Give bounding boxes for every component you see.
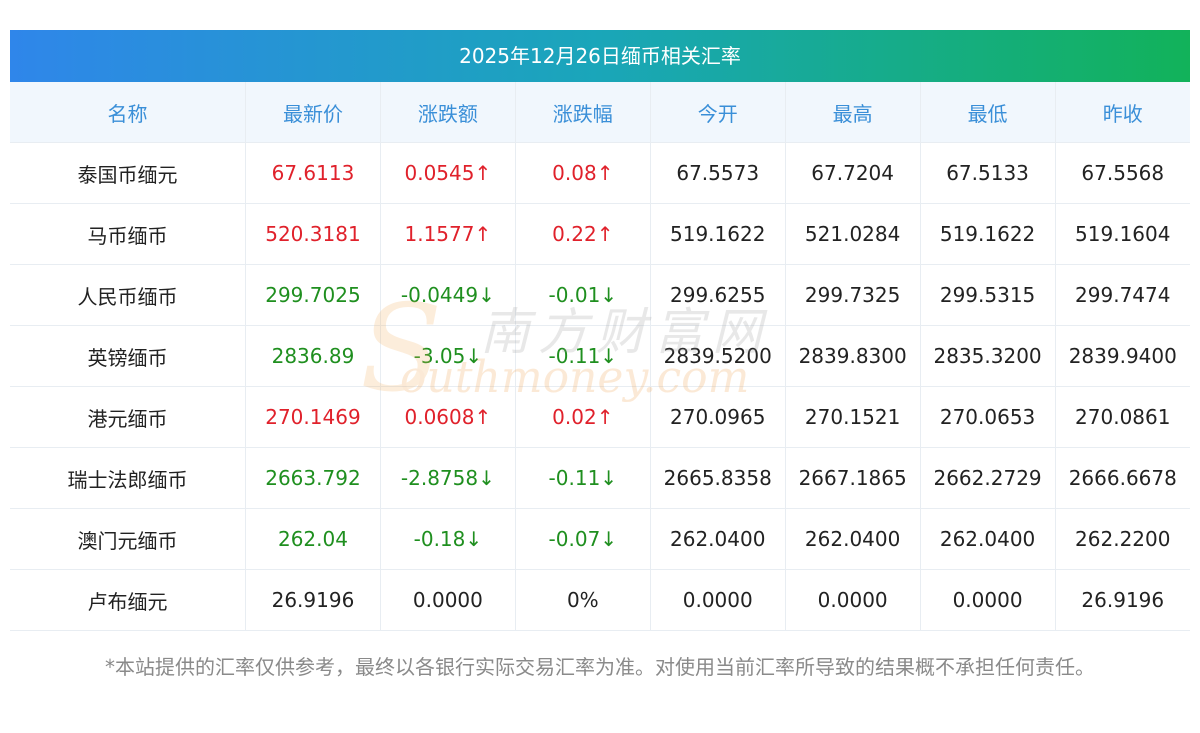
cell-name: 瑞士法郎缅币 [10,447,246,509]
cell-high: 2667.1865 [784,447,921,509]
cell-latest: 299.7025 [245,264,381,326]
rate-panel: 2025年12月26日缅币相关汇率 名称 最新价 涨跌额 涨跌幅 今开 最高 最… [10,30,1190,631]
col-header-prev-close: 昨收 [1054,82,1190,143]
rate-table: 名称 最新价 涨跌额 涨跌幅 今开 最高 最低 昨收 泰国币缅元 67.6113 0… [10,82,1190,631]
cell-open: 519.1622 [649,203,786,265]
cell-name: 港元缅币 [10,386,246,448]
cell-change-pct: 0.08↑ [514,142,651,204]
cell-name: 澳门元缅币 [10,508,246,570]
table-row: 卢布缅元 26.9196 0.0000 0% 0.0000 0.0000 0.0000 26.… [10,569,1190,631]
table-header-row: 名称 最新价 涨跌额 涨跌幅 今开 最高 最低 昨收 [10,82,1190,143]
cell-open: 270.0965 [649,386,786,448]
cell-change: 1.1577↑ [379,203,516,265]
cell-latest: 26.9196 [245,569,381,631]
cell-change: -0.0449↓ [379,264,516,326]
table-title: 2025年12月26日缅币相关汇率 [10,30,1190,82]
cell-low: 519.1622 [919,203,1056,265]
cell-change-pct: -0.11↓ [514,447,651,509]
cell-open: 2665.8358 [649,447,786,509]
cell-change-pct: 0% [514,569,651,631]
col-header-change: 涨跌额 [379,82,516,143]
cell-name: 卢布缅元 [10,569,246,631]
col-header-name: 名称 [10,82,246,143]
cell-open: 0.0000 [649,569,786,631]
cell-change-pct: -0.01↓ [514,264,651,326]
cell-name: 马币缅币 [10,203,246,265]
cell-low: 2662.2729 [919,447,1056,509]
cell-latest: 2663.792 [245,447,381,509]
cell-name: 英镑缅币 [10,325,246,387]
cell-low: 270.0653 [919,386,1056,448]
cell-open: 67.5573 [649,142,786,204]
col-header-change-pct: 涨跌幅 [514,82,651,143]
cell-latest: 2836.89 [245,325,381,387]
col-header-open: 今开 [649,82,786,143]
cell-open: 262.0400 [649,508,786,570]
disclaimer: *本站提供的汇率仅供参考，最终以各银行实际交易汇率为准。对使用当前汇率所导致的结… [105,655,1095,679]
cell-latest: 270.1469 [245,386,381,448]
cell-prev-close: 2666.6678 [1054,447,1190,509]
table-row: 港元缅币 270.1469 0.0608↑ 0.02↑ 270.0965 270.1521… [10,386,1190,448]
cell-low: 67.5133 [919,142,1056,204]
table-row: 人民币缅币 299.7025 -0.0449↓ -0.01↓ 299.6255 299.7… [10,264,1190,326]
cell-change-pct: -0.07↓ [514,508,651,570]
cell-high: 270.1521 [784,386,921,448]
cell-open: 299.6255 [649,264,786,326]
cell-name: 泰国币缅元 [10,142,246,204]
cell-change: 0.0000 [379,569,516,631]
cell-high: 521.0284 [784,203,921,265]
cell-low: 299.5315 [919,264,1056,326]
table-row: 泰国币缅元 67.6113 0.0545↑ 0.08↑ 67.5573 67.7204 67… [10,142,1190,204]
cell-prev-close: 299.7474 [1054,264,1190,326]
cell-high: 262.0400 [784,508,921,570]
table-row: 英镑缅币 2836.89 -3.05↓ -0.11↓ 2839.5200 2839.830… [10,325,1190,387]
cell-high: 67.7204 [784,142,921,204]
table-row: 澳门元缅币 262.04 -0.18↓ -0.07↓ 262.0400 262.0400 2… [10,508,1190,570]
cell-low: 0.0000 [919,569,1056,631]
cell-open: 2839.5200 [649,325,786,387]
cell-change: -0.18↓ [379,508,516,570]
cell-latest: 520.3181 [245,203,381,265]
cell-change-pct: 0.22↑ [514,203,651,265]
cell-high: 2839.8300 [784,325,921,387]
cell-high: 0.0000 [784,569,921,631]
cell-change: -3.05↓ [379,325,516,387]
cell-change-pct: 0.02↑ [514,386,651,448]
cell-latest: 67.6113 [245,142,381,204]
cell-prev-close: 262.2200 [1054,508,1190,570]
col-header-latest: 最新价 [245,82,381,143]
cell-name: 人民币缅币 [10,264,246,326]
cell-high: 299.7325 [784,264,921,326]
cell-latest: 262.04 [245,508,381,570]
cell-prev-close: 519.1604 [1054,203,1190,265]
table-row: 瑞士法郎缅币 2663.792 -2.8758↓ -0.11↓ 2665.8358 266… [10,447,1190,509]
cell-change: 0.0608↑ [379,386,516,448]
cell-prev-close: 2839.9400 [1054,325,1190,387]
cell-low: 2835.3200 [919,325,1056,387]
cell-change: -2.8758↓ [379,447,516,509]
cell-prev-close: 26.9196 [1054,569,1190,631]
table-row: 马币缅币 520.3181 1.1577↑ 0.22↑ 519.1622 521.0284… [10,203,1190,265]
cell-change: 0.0545↑ [379,142,516,204]
cell-low: 262.0400 [919,508,1056,570]
cell-change-pct: -0.11↓ [514,325,651,387]
col-header-high: 最高 [784,82,921,143]
col-header-low: 最低 [919,82,1056,143]
cell-prev-close: 270.0861 [1054,386,1190,448]
cell-prev-close: 67.5568 [1054,142,1190,204]
